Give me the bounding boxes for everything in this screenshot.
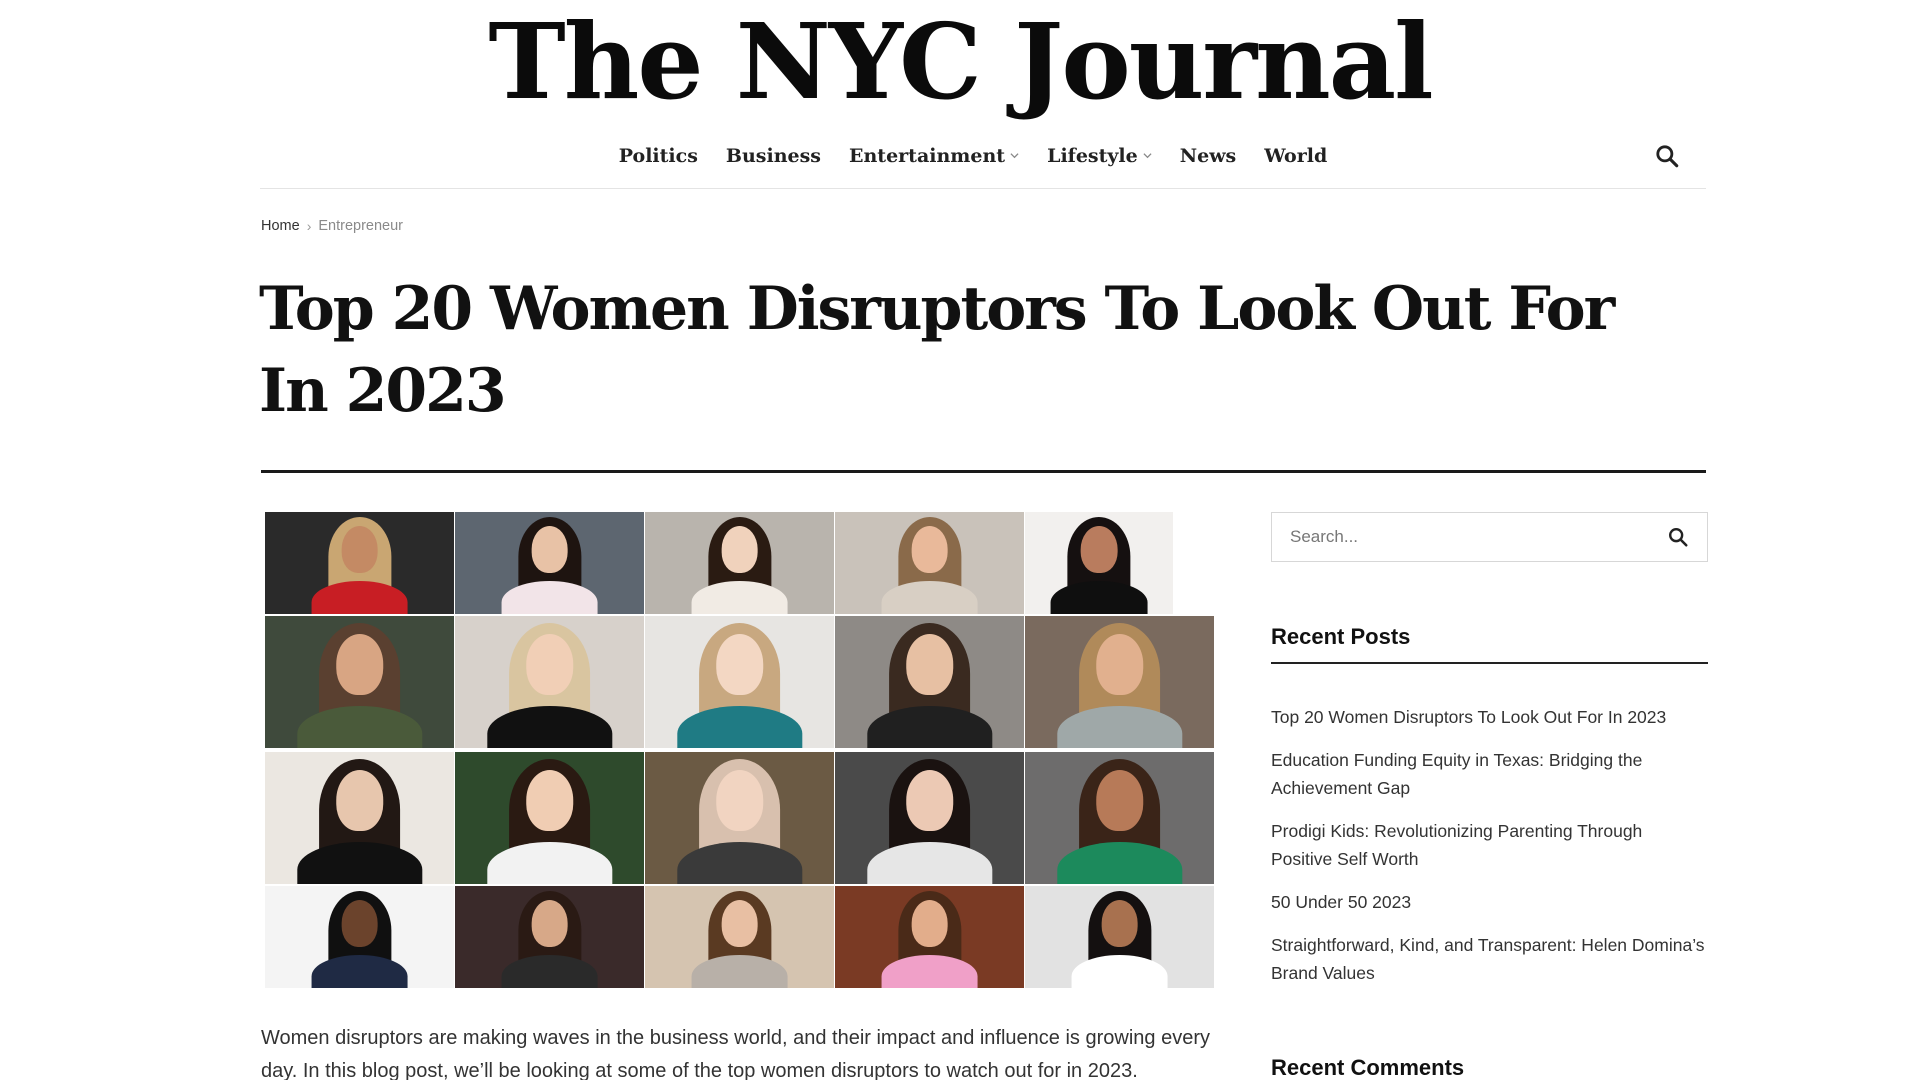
collage-photo — [645, 512, 834, 614]
collage-photo — [455, 752, 644, 884]
collage-photo — [835, 616, 1024, 748]
chevron-down-icon — [1010, 153, 1019, 159]
collage-photo — [265, 512, 454, 614]
recent-post-link[interactable]: Prodigi Kids: Revolutionizing Parenting … — [1271, 817, 1708, 873]
nav-item-lifestyle[interactable]: Lifestyle — [1047, 145, 1152, 167]
breadcrumb: Home › Entrepreneur — [261, 218, 403, 234]
site-logo[interactable]: The NYC Journal — [0, 0, 1920, 128]
recent-posts-list: Top 20 Women Disruptors To Look Out For … — [1271, 703, 1708, 1002]
article-title: Top 20 Women Disruptors To Look Out For … — [259, 274, 1615, 426]
search-icon[interactable] — [1654, 143, 1680, 169]
collage-photo — [265, 616, 454, 748]
nav-item-world[interactable]: World — [1264, 145, 1327, 167]
nav-item-label: Lifestyle — [1047, 144, 1138, 167]
search-input[interactable] — [1272, 513, 1652, 561]
nav-item-news[interactable]: News — [1180, 145, 1237, 167]
nav-item-label: Entertainment — [849, 144, 1006, 167]
nav-item-entertainment[interactable]: Entertainment — [849, 145, 1019, 167]
collage-photo — [1025, 752, 1214, 884]
nav-item-politics[interactable]: Politics — [619, 145, 698, 167]
collage-photo — [645, 886, 834, 988]
collage-photo — [265, 752, 454, 884]
nav-items: Politics Business Entertainment Lifestyle Ne… — [260, 133, 1706, 178]
recent-post-link[interactable]: Top 20 Women Disruptors To Look Out For … — [1271, 703, 1708, 731]
collage-photo — [265, 886, 454, 988]
search-icon[interactable] — [1667, 526, 1689, 548]
recent-post-link[interactable]: 50 Under 50 2023 — [1271, 888, 1708, 916]
breadcrumb-home[interactable]: Home — [261, 218, 300, 234]
collage-photo — [455, 512, 644, 614]
breadcrumb-separator-icon: › — [306, 218, 312, 234]
nav-item-label: Politics — [618, 144, 698, 167]
collage-photo — [835, 886, 1024, 988]
nav-item-label: News — [1179, 144, 1237, 167]
collage-photo — [835, 752, 1024, 884]
main-nav: Politics Business Entertainment Lifestyle Ne… — [260, 133, 1706, 189]
collage-photo — [1025, 886, 1214, 988]
nav-item-business[interactable]: Business — [726, 145, 821, 167]
title-divider — [261, 470, 1706, 473]
sidebar-search — [1271, 512, 1708, 562]
nav-item-label: Business — [725, 144, 821, 167]
collage-photo — [455, 886, 644, 988]
collage-photo — [645, 752, 834, 884]
chevron-down-icon — [1143, 153, 1152, 159]
collage-photo — [645, 616, 834, 748]
article-intro: Women disruptors are making waves in the… — [261, 1027, 1210, 1080]
nav-item-label: World — [1264, 144, 1328, 167]
collage-photo — [835, 512, 1024, 614]
featured-image-collage — [265, 512, 1214, 988]
collage-photo — [1025, 512, 1173, 614]
recent-posts-heading: Recent Posts — [1271, 624, 1708, 664]
recent-post-link[interactable]: Straightforward, Kind, and Transparent: … — [1271, 931, 1708, 987]
recent-comments-heading: Recent Comments — [1271, 1055, 1465, 1080]
breadcrumb-current[interactable]: Entrepreneur — [318, 218, 403, 234]
collage-photo — [455, 616, 644, 748]
collage-photo — [1025, 616, 1214, 748]
recent-post-link[interactable]: Education Funding Equity in Texas: Bridg… — [1271, 746, 1708, 802]
